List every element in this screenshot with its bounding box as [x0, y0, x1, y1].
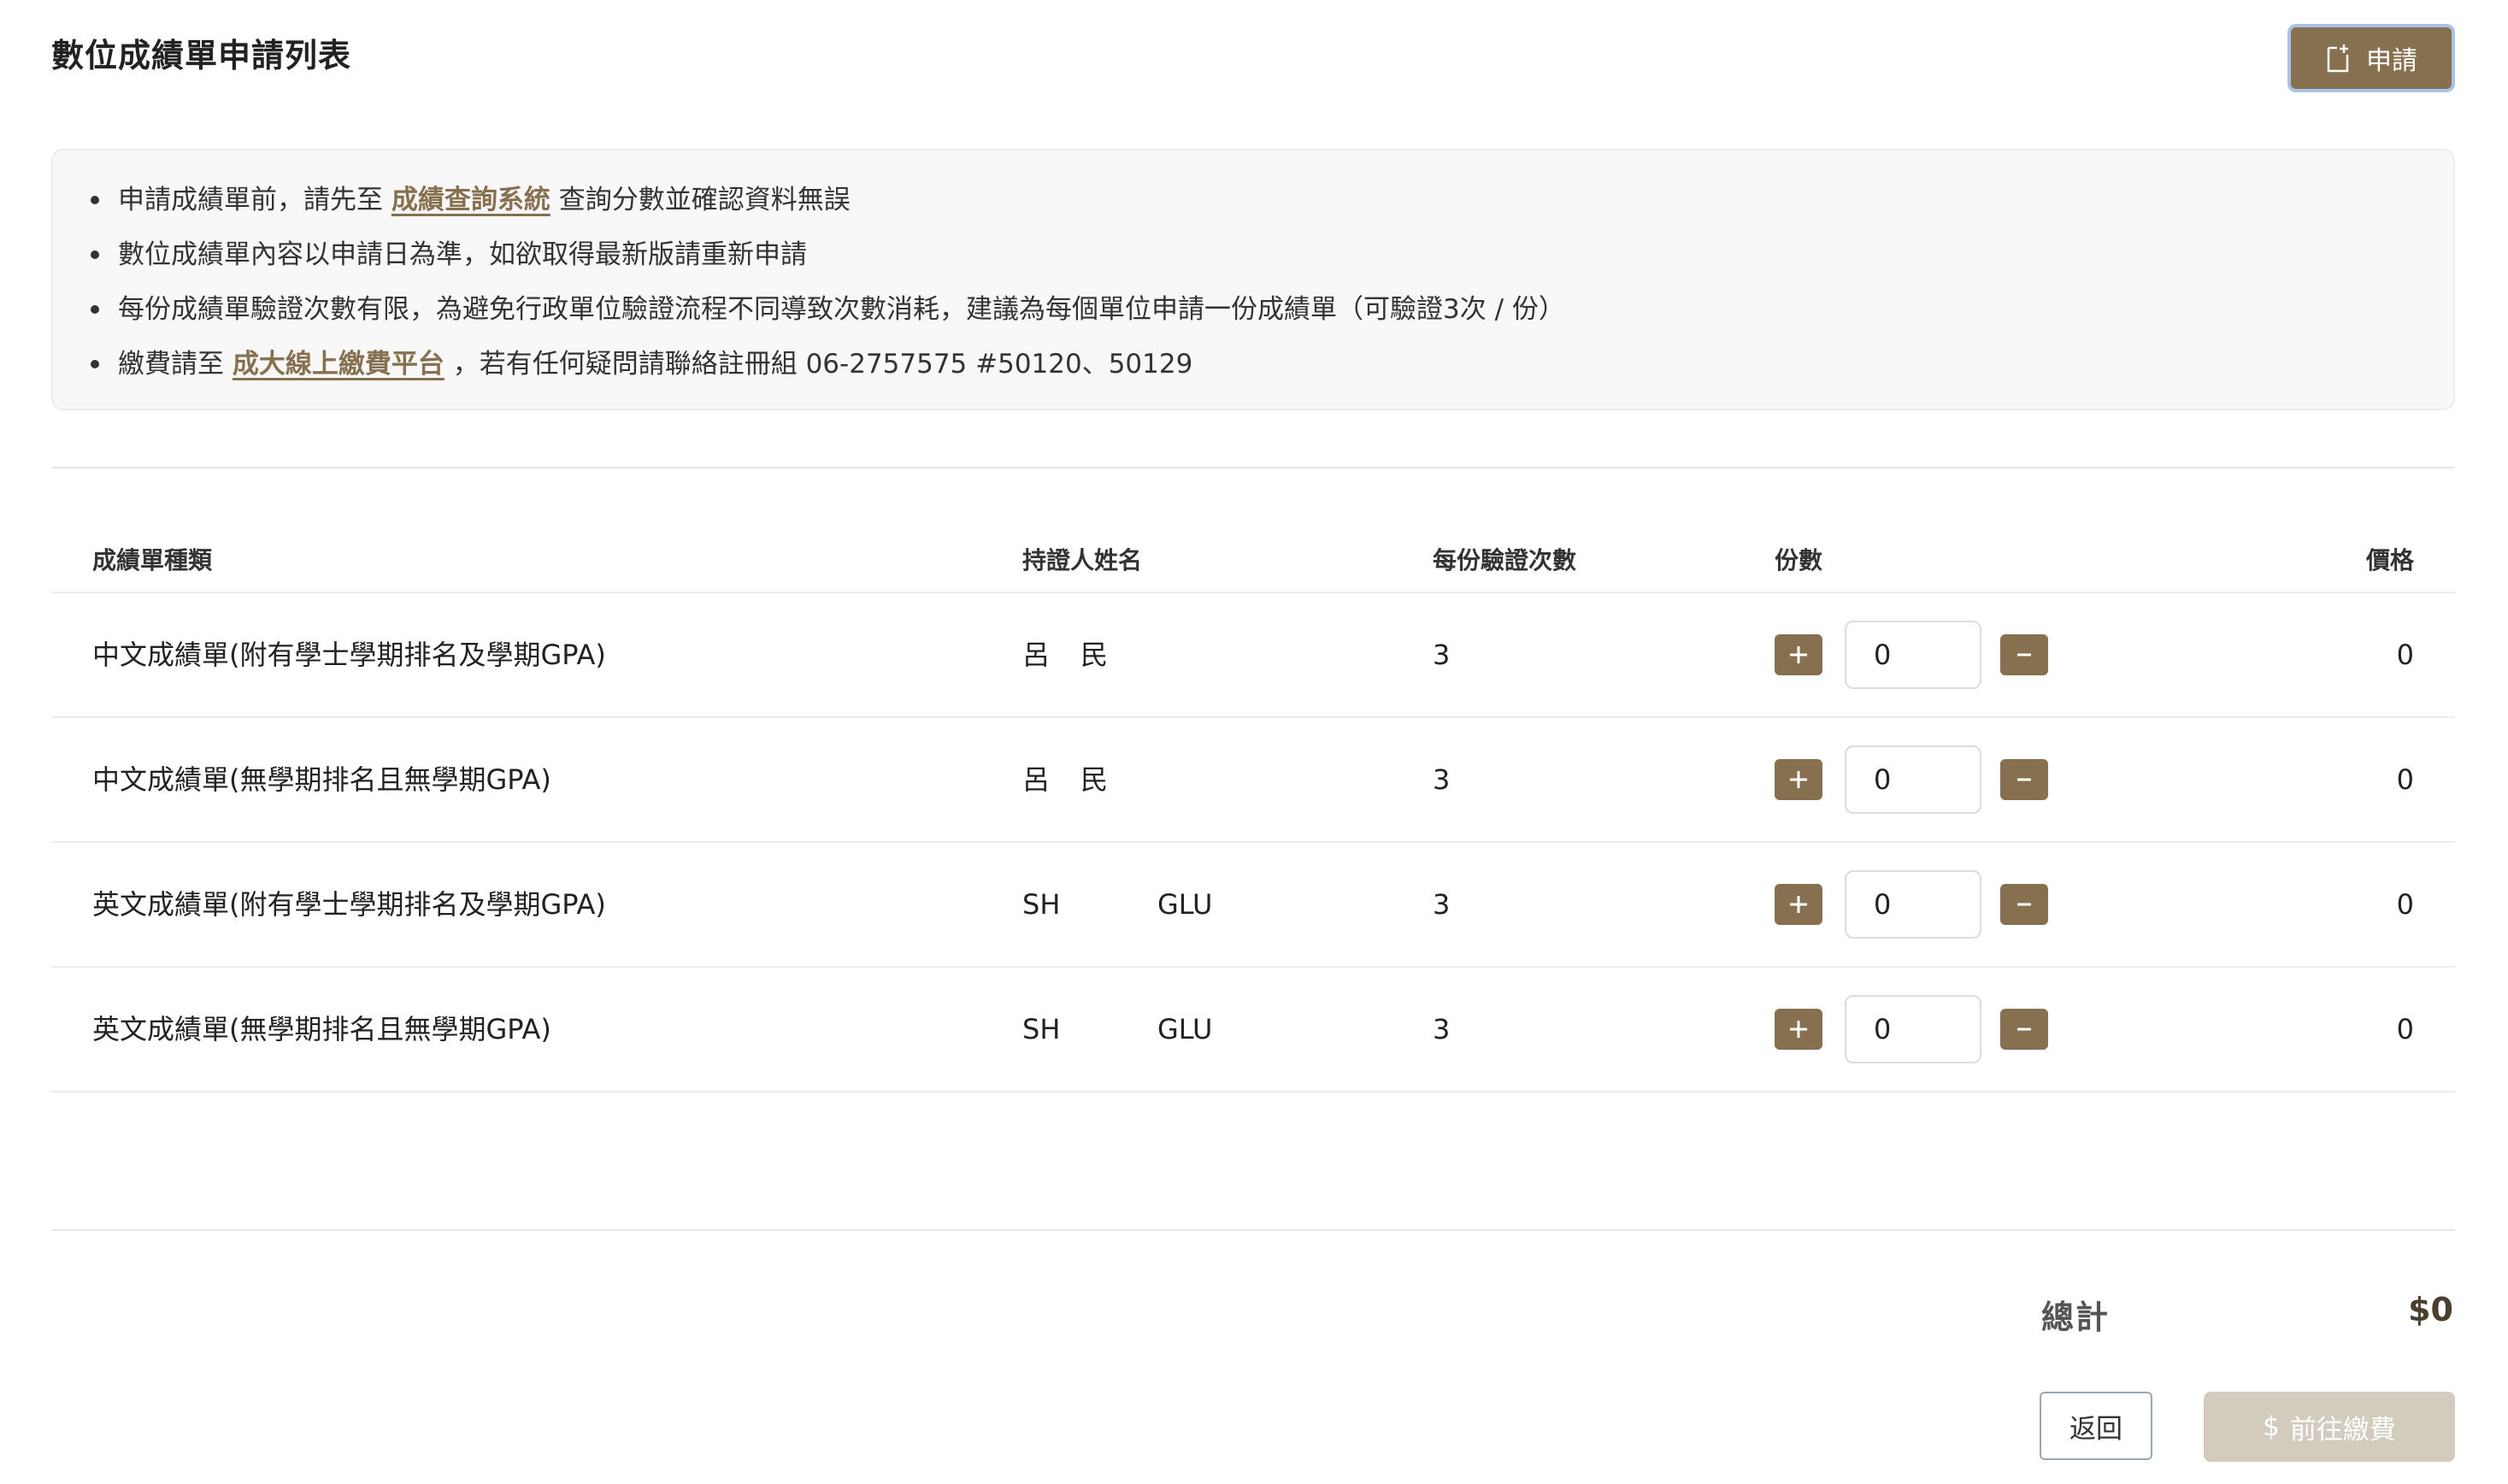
- transcript-type: 英文成績單(無學期排名且無學期GPA): [92, 1013, 551, 1045]
- plus-icon: [1790, 1021, 1807, 1038]
- page-title: 數位成績單申請列表: [51, 37, 352, 74]
- holder-first-name: SH: [1022, 888, 1061, 921]
- verification-count: 3: [1433, 763, 1451, 796]
- plus-icon: [1790, 896, 1807, 913]
- price-value: 0: [2396, 639, 2414, 671]
- verification-count: 3: [1433, 1013, 1451, 1045]
- row-divider: [51, 966, 2455, 968]
- transcript-type: 英文成績單(附有學士學期排名及學期GPA): [92, 888, 606, 921]
- section-divider: [51, 467, 2455, 468]
- row-divider: [51, 1091, 2455, 1092]
- dollar-icon: $: [2263, 1411, 2280, 1442]
- holder-first-name: 呂: [1022, 763, 1051, 796]
- plus-icon: [1790, 646, 1807, 663]
- minus-icon: [2017, 653, 2031, 657]
- bullet: [91, 195, 99, 204]
- notice-box: 申請成績單前，請先至 成績查詢系統 查詢分數並確認資料無誤 數位成績單內容以申請…: [51, 149, 2455, 410]
- payment-platform-link[interactable]: 成大線上繳費平台: [233, 349, 444, 380]
- column-header-copies: 份數: [1775, 546, 1823, 574]
- footer-divider: [51, 1229, 2455, 1231]
- price-value: 0: [2396, 888, 2414, 921]
- back-button[interactable]: 返回: [2040, 1392, 2152, 1460]
- notice-item-4: 繳費請至 成大線上繳費平台 ，若有任何疑問請聯絡註冊組 06-2757575 #…: [91, 347, 1192, 381]
- minus-icon: [2017, 1028, 2031, 1031]
- bullet: [91, 250, 99, 259]
- holder-first-name: SH: [1022, 1013, 1061, 1045]
- increment-button[interactable]: [1775, 1009, 1822, 1050]
- quantity-input[interactable]: [1845, 745, 1981, 814]
- decrement-button[interactable]: [2000, 759, 2048, 800]
- holder-last-name: 民: [1080, 763, 1109, 796]
- total-value: $0: [2408, 1291, 2453, 1328]
- minus-icon: [2017, 903, 2031, 906]
- notice-text: 每份成績單驗證次數有限，為避免行政單位驗證流程不同導致次數消耗，建議為每個單位申…: [118, 294, 1565, 325]
- verification-count: 3: [1433, 639, 1451, 671]
- row-divider: [51, 841, 2455, 843]
- row-divider: [51, 716, 2455, 718]
- increment-button[interactable]: [1775, 634, 1822, 675]
- add-document-icon: [2325, 43, 2351, 74]
- transcript-type: 中文成績單(無學期排名且無學期GPA): [92, 763, 551, 796]
- quantity-input[interactable]: [1845, 995, 1981, 1063]
- plus-icon: [1790, 771, 1807, 788]
- notice-text: 查詢分數並確認資料無誤: [558, 185, 851, 215]
- column-header-price: 價格: [2365, 546, 2414, 574]
- decrement-button[interactable]: [2000, 634, 2048, 675]
- decrement-button[interactable]: [2000, 1009, 2048, 1050]
- price-value: 0: [2396, 763, 2414, 796]
- bullet: [91, 304, 99, 314]
- column-header-verifications: 每份驗證次數: [1433, 546, 1577, 574]
- bullet: [91, 359, 99, 368]
- decrement-button[interactable]: [2000, 884, 2048, 925]
- apply-button[interactable]: 申請: [2287, 24, 2455, 92]
- notice-item-3: 每份成績單驗證次數有限，為避免行政單位驗證流程不同導致次數消耗，建議為每個單位申…: [91, 292, 1565, 327]
- holder-last-name: GLU: [1157, 888, 1213, 921]
- table-header-border: [51, 592, 2455, 593]
- transcript-type: 中文成績單(附有學士學期排名及學期GPA): [92, 639, 606, 671]
- notice-item-1: 申請成績單前，請先至 成績查詢系統 查詢分數並確認資料無誤: [91, 183, 851, 217]
- holder-first-name: 呂: [1022, 639, 1051, 671]
- column-header-holder: 持證人姓名: [1022, 546, 1143, 574]
- price-value: 0: [2396, 1013, 2414, 1045]
- pay-button-label: 前往繳費: [2289, 1414, 2396, 1446]
- proceed-to-payment-button[interactable]: $ 前往繳費: [2204, 1392, 2455, 1462]
- grade-query-link[interactable]: 成績查詢系統: [392, 185, 550, 215]
- notice-text: 數位成績單內容以申請日為準，如欲取得最新版請重新申請: [118, 239, 807, 270]
- minus-icon: [2017, 778, 2031, 781]
- increment-button[interactable]: [1775, 884, 1822, 925]
- column-header-type: 成績單種類: [92, 546, 213, 574]
- notice-text: 繳費請至: [118, 349, 224, 380]
- notice-text: 申請成績單前，請先至: [118, 185, 383, 215]
- total-label: 總計: [2041, 1298, 2111, 1336]
- notice-item-2: 數位成績單內容以申請日為準，如欲取得最新版請重新申請: [91, 238, 807, 272]
- quantity-input[interactable]: [1845, 621, 1981, 689]
- verification-count: 3: [1433, 888, 1451, 921]
- notice-text: ，若有任何疑問請聯絡註冊組 06-2757575 #50120、50129: [452, 349, 1193, 380]
- apply-button-label: 申請: [2366, 46, 2417, 76]
- holder-last-name: 民: [1080, 639, 1109, 671]
- increment-button[interactable]: [1775, 759, 1822, 800]
- quantity-input[interactable]: [1845, 870, 1981, 939]
- holder-last-name: GLU: [1157, 1013, 1213, 1045]
